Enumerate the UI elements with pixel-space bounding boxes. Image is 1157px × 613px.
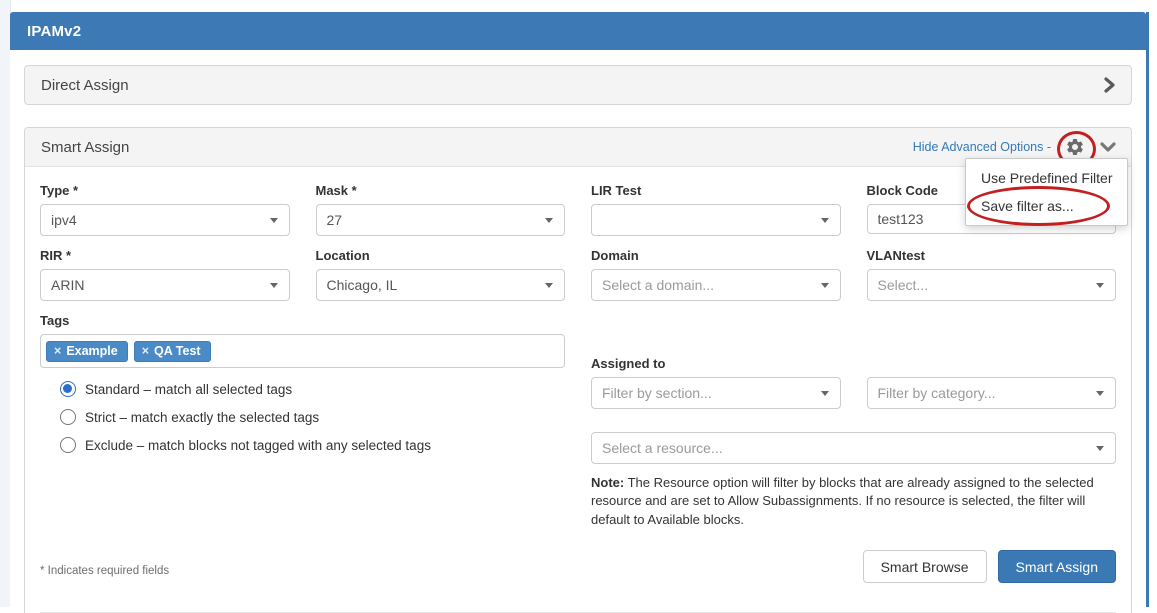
tag-chip[interactable]: × Example (46, 341, 128, 362)
type-select-value: ipv4 (51, 212, 77, 228)
rir-field: RIR * ARIN (40, 248, 290, 301)
action-buttons: Smart Browse Smart Assign (591, 550, 1116, 583)
remove-tag-icon[interactable]: × (142, 344, 149, 358)
chevron-right-icon[interactable] (1101, 76, 1117, 94)
assigned-to-label: Assigned to (591, 356, 1116, 371)
dropdown-caret-icon (1096, 391, 1104, 396)
vlantest-select-placeholder: Select... (878, 277, 929, 293)
radio-label: Standard – match all selected tags (85, 382, 292, 397)
assigned-to-filters: Filter by section... Filter by category.… (591, 377, 1116, 409)
radio-label: Strict – match exactly the selected tags (85, 410, 319, 425)
app-title: IPAMv2 (27, 23, 81, 40)
smart-assign-panel: Smart Assign Hide Advanced Options - (24, 127, 1132, 613)
filter-by-category-select[interactable]: Filter by category... (867, 377, 1117, 409)
ipam-app-panel: IPAMv2 Direct Assign Smart Assign Hide A… (10, 12, 1146, 613)
tag-match-option-exclude[interactable]: Exclude – match blocks not tagged with a… (60, 437, 565, 453)
filter-gear-menu: Use Predefined Filter Save filter as... (965, 158, 1128, 226)
dropdown-caret-icon (270, 218, 278, 223)
save-filter-as-menu-item[interactable]: Save filter as... (966, 192, 1127, 220)
lir-test-select[interactable] (591, 204, 841, 236)
mask-select[interactable]: 27 (316, 204, 566, 236)
domain-select[interactable]: Select a domain... (591, 269, 841, 301)
dropdown-caret-icon (821, 283, 829, 288)
remove-tag-icon[interactable]: × (54, 344, 61, 358)
gear-icon (1065, 137, 1085, 157)
tag-chip-label: Example (66, 344, 117, 358)
tag-chip-label: QA Test (154, 344, 201, 358)
tag-match-options: Standard – match all selected tags Stric… (60, 381, 565, 465)
vlantest-field: VLANtest Select... (867, 248, 1117, 301)
domain-field: Domain Select a domain... (591, 248, 841, 301)
tag-chip[interactable]: × QA Test (134, 341, 211, 362)
app-header: IPAMv2 (10, 12, 1146, 50)
smart-assign-button[interactable]: Smart Assign (998, 550, 1116, 583)
tag-match-option-standard[interactable]: Standard – match all selected tags (60, 381, 565, 397)
dropdown-caret-icon (1096, 446, 1104, 451)
smart-browse-button[interactable]: Smart Browse (863, 550, 987, 583)
direct-assign-title: Direct Assign (41, 77, 129, 94)
smart-assign-title: Smart Assign (41, 139, 129, 156)
dropdown-caret-icon (545, 218, 553, 223)
smart-assign-body: Type * ipv4 Mask * 27 (25, 167, 1131, 613)
hide-advanced-options-link[interactable]: Hide Advanced Options - (913, 140, 1051, 154)
tags-input-box[interactable]: × Example × QA Test (40, 334, 565, 368)
filter-by-section-placeholder: Filter by section... (602, 385, 712, 401)
radio-label: Exclude – match blocks not tagged with a… (85, 438, 431, 453)
required-fields-note: * Indicates required fields (40, 565, 565, 577)
resource-note-prefix: Note: (591, 475, 624, 490)
assigned-to-column: Assigned to Filter by section... Filter … (591, 313, 1116, 583)
vlantest-select[interactable]: Select... (867, 269, 1117, 301)
use-predefined-filter-menu-item[interactable]: Use Predefined Filter (966, 164, 1127, 192)
domain-label: Domain (591, 248, 841, 263)
vlantest-label: VLANtest (867, 248, 1117, 263)
chevron-down-icon[interactable] (1099, 140, 1117, 154)
type-field: Type * ipv4 (40, 183, 290, 236)
rir-select-value: ARIN (51, 277, 84, 293)
tag-match-option-strict[interactable]: Strict – match exactly the selected tags (60, 409, 565, 425)
smart-assign-lower-section: Tags × Example × QA Test (25, 313, 1131, 583)
mask-field: Mask * 27 (316, 183, 566, 236)
radio-button-icon[interactable] (60, 437, 76, 453)
radio-button-icon[interactable] (60, 381, 76, 397)
resource-select-placeholder: Select a resource... (602, 440, 723, 456)
mask-label: Mask * (316, 183, 566, 198)
rir-label: RIR * (40, 248, 290, 263)
dropdown-caret-icon (1096, 283, 1104, 288)
location-select-value: Chicago, IL (327, 277, 398, 293)
window-right-edge (1146, 12, 1149, 607)
type-select[interactable]: ipv4 (40, 204, 290, 236)
rir-select[interactable]: ARIN (40, 269, 290, 301)
lir-test-label: LIR Test (591, 183, 841, 198)
direct-assign-panel[interactable]: Direct Assign (24, 65, 1132, 105)
location-select[interactable]: Chicago, IL (316, 269, 566, 301)
type-label: Type * (40, 183, 290, 198)
tags-label: Tags (40, 313, 565, 328)
tags-column: Tags × Example × QA Test (40, 313, 565, 583)
resource-select[interactable]: Select a resource... (591, 432, 1116, 464)
lir-test-field: LIR Test (591, 183, 841, 236)
resource-note-text: The Resource option will filter by block… (591, 475, 1094, 527)
dropdown-caret-icon (821, 391, 829, 396)
filter-gear-button[interactable] (1064, 136, 1086, 158)
location-label: Location (316, 248, 566, 263)
dropdown-caret-icon (821, 218, 829, 223)
dropdown-caret-icon (270, 283, 278, 288)
location-field: Location Chicago, IL (316, 248, 566, 301)
resource-note: Note: The Resource option will filter by… (591, 474, 1116, 529)
filter-by-category-placeholder: Filter by category... (878, 385, 996, 401)
dropdown-caret-icon (545, 283, 553, 288)
mask-select-value: 27 (327, 212, 343, 228)
smart-assign-header: Smart Assign Hide Advanced Options - (25, 128, 1131, 167)
smart-assign-header-controls: Hide Advanced Options - (913, 136, 1117, 158)
radio-button-icon[interactable] (60, 409, 76, 425)
filter-by-section-select[interactable]: Filter by section... (591, 377, 841, 409)
domain-select-placeholder: Select a domain... (602, 277, 714, 293)
app-body: Direct Assign Smart Assign Hide Advanced… (10, 50, 1146, 613)
